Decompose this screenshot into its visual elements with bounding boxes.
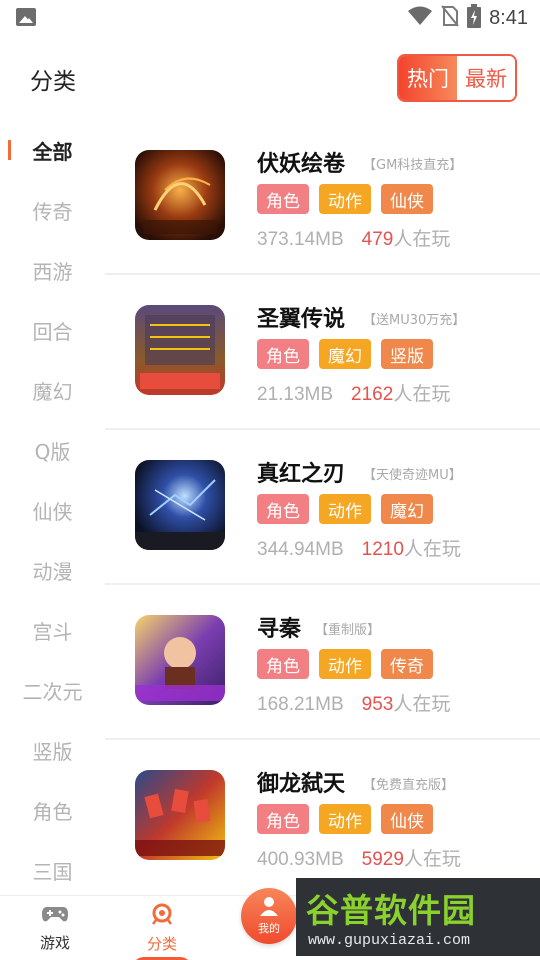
player-count: 953 [361,694,394,715]
game-promo: 【GM科技直充】 [363,158,463,173]
list-item[interactable]: 圣翼传说 【送MU30万充】 角色 魔幻 竖版 21.13MB 2162人在玩 [105,275,540,430]
tag: 角色 [257,184,309,214]
tag: 仙侠 [381,184,433,214]
game-icon-image[interactable] [135,770,225,860]
sidebar-item-acg[interactable]: 二次元 [0,660,105,720]
list-item[interactable]: 御龙弑天 【免费直充版】 角色 动作 仙侠 400.93MB 5929人在玩 [105,740,540,895]
sidebar-item-role[interactable]: 角色 [0,780,105,840]
tag: 动作 [319,804,371,834]
game-size: 168.21MB [257,694,344,715]
tag-list: 角色 动作 仙侠 [257,184,433,214]
sidebar-item-anime[interactable]: 动漫 [0,540,105,600]
tag-list: 角色 魔幻 竖版 [257,339,433,369]
nav-games-label: 游戏 [39,934,70,952]
list-item[interactable]: 寻秦 【重制版】 角色 动作 传奇 168.21MB 953人在玩 [105,585,540,740]
game-title[interactable]: 伏妖绘卷 [257,146,345,178]
player-count: 2162 [351,384,394,405]
game-meta: 344.94MB 1210人在玩 [257,534,461,561]
header-bar: 分类 热门 最新 [0,36,540,120]
player-count: 1210 [361,539,404,560]
sidebar-item-palace[interactable]: 宫斗 [0,600,105,660]
game-title[interactable]: 御龙弑天 [257,766,345,798]
sort-toggle: 热门 最新 [397,54,517,102]
nav-category[interactable]: 分类 [107,896,217,960]
tag: 传奇 [381,649,433,679]
game-icon-image[interactable] [135,305,225,395]
game-size: 400.93MB [257,849,344,870]
game-icon-image[interactable] [135,150,225,240]
game-size: 21.13MB [257,384,334,405]
game-size: 344.94MB [257,539,344,560]
sidebar-item-xianxia[interactable]: 仙侠 [0,480,105,540]
list-item[interactable]: 伏妖绘卷 【GM科技直充】 角色 动作 仙侠 373.14MB 479人在玩 [105,120,540,275]
player-suffix: 人在玩 [403,849,461,870]
newest-tab[interactable]: 最新 [457,56,515,100]
list-item[interactable]: 真红之刃 【天使奇迹MU】 角色 动作 魔幻 344.94MB 1210人在玩 [105,430,540,585]
game-promo: 【重制版】 [315,623,381,638]
tag-list: 角色 动作 传奇 [257,649,433,679]
nav-category-label: 分类 [146,935,177,953]
sidebar-item-q-style[interactable]: Q版 [0,420,105,480]
game-size: 373.14MB [257,229,344,250]
sidebar-item-vertical[interactable]: 竖版 [0,720,105,780]
game-icon-image[interactable] [135,615,225,705]
sidebar-item-chuanqi[interactable]: 传奇 [0,180,105,240]
no-sim-icon [441,5,459,31]
tag-list: 角色 动作 魔幻 [257,494,433,524]
nav-mine-label: 我的 [258,922,280,935]
status-bar: 8:41 [0,0,540,36]
clock-time: 8:41 [489,6,528,29]
tag: 角色 [257,649,309,679]
hot-tab[interactable]: 热门 [399,56,457,100]
tag: 角色 [257,804,309,834]
player-suffix: 人在玩 [393,384,451,405]
game-meta: 21.13MB 2162人在玩 [257,379,450,406]
tag: 竖版 [381,339,433,369]
game-promo: 【免费直充版】 [363,778,455,793]
gallery-icon [16,8,36,26]
sidebar-item-turn-based[interactable]: 回合 [0,300,105,360]
sidebar-item-fantasy[interactable]: 魔幻 [0,360,105,420]
tag: 角色 [257,494,309,524]
player-count: 5929 [361,849,404,870]
category-sidebar: 全部 传奇 西游 回合 魔幻 Q版 仙侠 动漫 宫斗 二次元 竖版 角色 三国 [0,120,105,900]
user-icon [258,896,280,920]
tag: 魔幻 [319,339,371,369]
game-meta: 373.14MB 479人在玩 [257,224,450,251]
game-promo: 【天使奇迹MU】 [363,468,462,483]
category-icon [150,903,174,929]
tag: 动作 [319,649,371,679]
game-meta: 168.21MB 953人在玩 [257,689,450,716]
site-watermark: 谷普软件园 www.gupuxiazai.com [296,878,540,956]
tag: 角色 [257,339,309,369]
sidebar-item-three-kingdoms[interactable]: 三国 [0,840,105,900]
game-list: 伏妖绘卷 【GM科技直充】 角色 动作 仙侠 373.14MB 479人在玩 圣翼… [105,120,540,895]
tag: 动作 [319,184,371,214]
game-promo: 【送MU30万充】 [363,313,466,328]
page-title: 分类 [30,69,76,95]
nav-games[interactable]: 游戏 [0,896,110,960]
tag: 动作 [319,494,371,524]
game-icon-image[interactable] [135,460,225,550]
gamepad-icon [41,904,69,928]
game-title[interactable]: 寻秦 [257,611,301,643]
tag: 魔幻 [381,494,433,524]
player-suffix: 人在玩 [393,229,451,250]
tag-list: 角色 动作 仙侠 [257,804,433,834]
game-meta: 400.93MB 5929人在玩 [257,844,461,871]
watermark-url: www.gupuxiazai.com [308,932,471,949]
wifi-icon [407,6,433,30]
status-icons: 8:41 [407,4,528,32]
game-title[interactable]: 圣翼传说 [257,301,345,333]
player-count: 479 [361,229,394,250]
player-suffix: 人在玩 [393,694,451,715]
tag: 仙侠 [381,804,433,834]
battery-charging-icon [467,4,482,32]
sidebar-item-xiyou[interactable]: 西游 [0,240,105,300]
player-suffix: 人在玩 [403,539,461,560]
game-title[interactable]: 真红之刃 [257,456,345,488]
nav-mine-button[interactable]: 我的 [241,888,297,944]
sidebar-item-all[interactable]: 全部 [0,120,105,180]
watermark-title: 谷普软件园 [306,891,476,930]
